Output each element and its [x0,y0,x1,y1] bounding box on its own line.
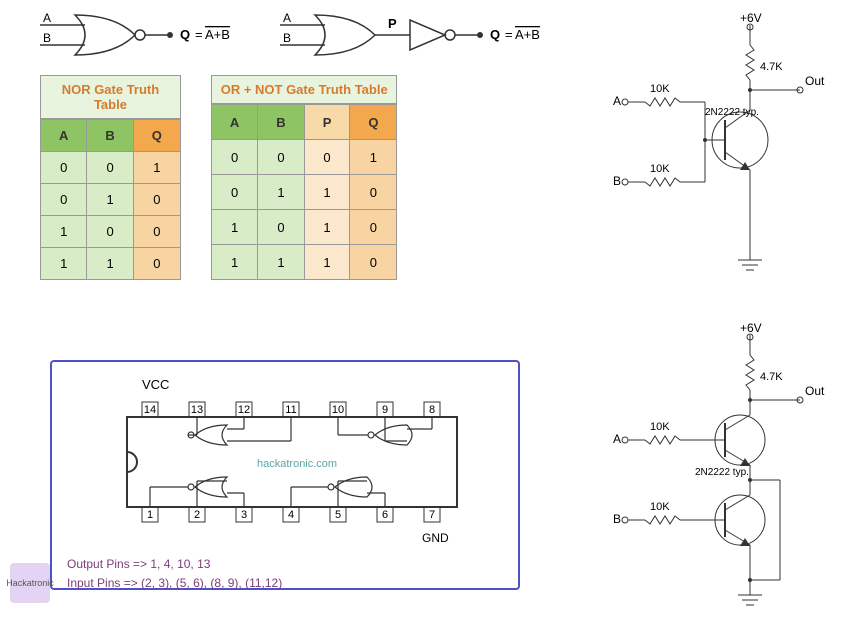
svg-text:5: 5 [335,509,341,521]
svg-text:Out: Out [805,74,825,88]
brand-logo: Hackatronic [10,563,50,603]
svg-text:10K: 10K [650,421,670,433]
watermark-text: hackatronic.com [257,458,337,470]
input-b-label: B [283,31,291,45]
svg-text:A: A [613,94,621,108]
svg-text:Out: Out [805,384,825,398]
svg-text:4: 4 [288,509,294,521]
col-a: A [211,105,257,140]
mid-p: P [388,16,397,31]
col-q: Q [350,105,397,140]
nor-gate-symbol: A B Q = A+B [40,10,240,60]
svg-text:14: 14 [144,404,156,416]
svg-text:11: 11 [285,404,296,416]
svg-text:8: 8 [429,404,435,416]
vcc-label: VCC [142,377,169,392]
svg-text:B: B [613,174,621,188]
svg-text:4.7K: 4.7K [760,61,783,73]
col-b: B [258,105,304,140]
logo-text: Hackatronic [6,578,54,588]
svg-text:10K: 10K [650,163,670,175]
transistor-circuit-2: +6V 4.7K Out 2N2222 typ. A 10K B [610,320,830,623]
nor-gate-icon: A B Q = A+B [40,10,240,60]
svg-text:10K: 10K [650,501,670,513]
circuit1-icon: +6V 4.7K Out 2N2222 typ. A 10K B 10K [610,10,830,290]
col-a: A [41,120,87,152]
svg-text:6: 6 [382,509,388,521]
output-pins-text: Output Pins => 1, 4, 10, 13 [67,557,503,571]
svg-text:+6V: +6V [740,11,762,25]
svg-text:7: 7 [429,509,435,521]
svg-text:10: 10 [332,404,344,416]
transistor-circuit-1: +6V 4.7K Out 2N2222 typ. A 10K B 10K [610,10,830,293]
ornot-truth-table: OR + NOT Gate Truth Table A B P Q 0001 0… [211,75,398,280]
svg-text:B: B [613,512,621,526]
input-a-label: A [43,11,51,25]
svg-text:2: 2 [194,509,200,521]
nor-table-title: NOR Gate Truth Table [40,75,181,119]
circuit2-icon: +6V 4.7K Out 2N2222 typ. A 10K B [610,320,830,620]
svg-text:=: = [505,27,513,42]
svg-text:9: 9 [382,404,388,416]
nor-truth-table: NOR Gate Truth Table A B Q 001 010 100 1… [40,75,181,280]
col-b: B [87,120,133,152]
input-pins-text: Input Pins => (2, 3), (5, 6), (8, 9), (1… [67,576,503,590]
svg-text:+6V: +6V [740,321,762,335]
expr-rhs: A+B [515,27,540,42]
output-q: Q [490,27,500,42]
output-q: Q [180,27,190,42]
svg-text:10K: 10K [650,83,670,95]
input-b-label: B [43,31,51,45]
or-not-gate-icon: A B P Q = A+B [280,10,560,60]
ornot-table-title: OR + NOT Gate Truth Table [211,75,398,104]
col-p: P [304,105,350,140]
ic-pinout-icon: VCC 14 13 12 11 10 9 8 1 2 3 4 5 6 7 [67,377,507,547]
expr-rhs: A+B [205,27,230,42]
col-q: Q [133,120,180,152]
svg-text:1: 1 [147,509,153,521]
svg-text:2N2222 typ.: 2N2222 typ. [705,107,759,118]
svg-text:12: 12 [238,404,250,416]
svg-text:13: 13 [191,404,203,416]
svg-text:3: 3 [241,509,247,521]
input-a-label: A [283,11,291,25]
svg-text:4.7K: 4.7K [760,371,783,383]
or-not-gate-symbol: A B P Q = A+B [280,10,560,60]
ic-pinout-box: VCC 14 13 12 11 10 9 8 1 2 3 4 5 6 7 [50,360,520,590]
svg-text:=: = [195,27,203,42]
svg-text:A: A [613,432,621,446]
svg-text:2N2222 typ.: 2N2222 typ. [695,467,749,478]
gnd-label: GND [422,531,449,545]
